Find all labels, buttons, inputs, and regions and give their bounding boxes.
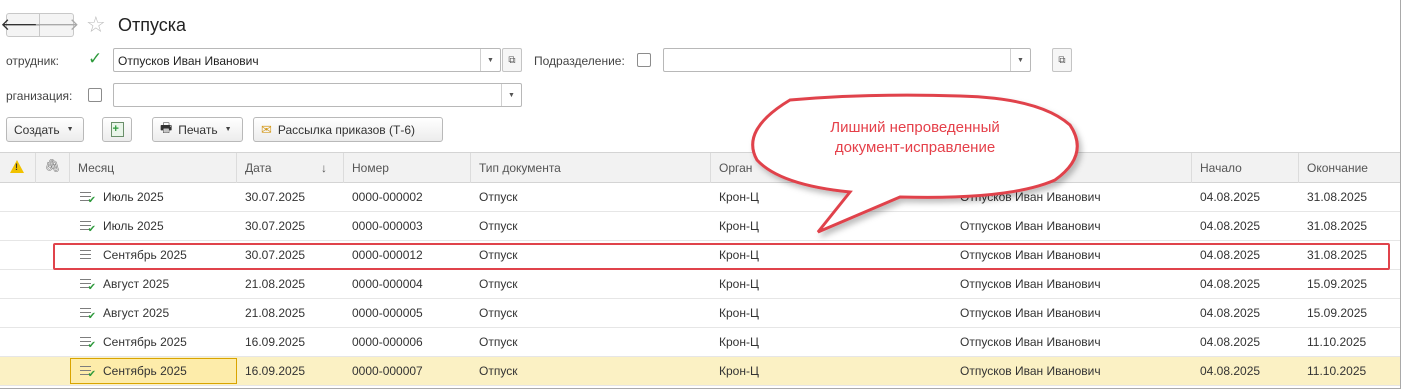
cell-month-text: Август 2025	[103, 306, 170, 320]
callout-text: Лишний непроведенный документ-исправлени…	[770, 118, 1060, 158]
cell-month: Сентябрь 2025	[80, 241, 247, 269]
posted-document-icon: ✔	[80, 365, 96, 380]
cell-month-text: Сентябрь 2025	[103, 248, 187, 262]
posted-document-icon: ✔	[80, 278, 96, 293]
cell-month: ✔ Август 2025	[80, 270, 247, 298]
cell-month: ✔ Сентябрь 2025	[80, 357, 247, 385]
cell-month-text: Сентябрь 2025	[103, 364, 187, 378]
cell-month: ✔ Июль 2025	[80, 212, 247, 240]
callout-line-2: документ-исправление	[834, 139, 996, 156]
cell-month: ✔ Август 2025	[80, 299, 247, 327]
cell-month-text: Июль 2025	[103, 219, 164, 233]
cell-month-text: Август 2025	[103, 277, 170, 291]
posted-document-icon: ✔	[80, 307, 96, 322]
posted-document-icon: ✔	[80, 191, 96, 206]
cell-month: ✔ Июль 2025	[80, 183, 247, 211]
posted-document-icon: ✔	[80, 220, 96, 235]
cell-month-text: Сентябрь 2025	[103, 335, 187, 349]
callout-line-1: Лишний непроведенный	[830, 119, 1000, 136]
cell-month-text: Июль 2025	[103, 190, 164, 204]
document-icon	[80, 249, 94, 261]
posted-document-icon: ✔	[80, 336, 96, 351]
document-list-window: 🡐 🡒 ☆ Отпуска отрудник: ✓ Отпусков Иван …	[0, 0, 1401, 389]
cell-month: ✔ Сентябрь 2025	[80, 328, 247, 356]
